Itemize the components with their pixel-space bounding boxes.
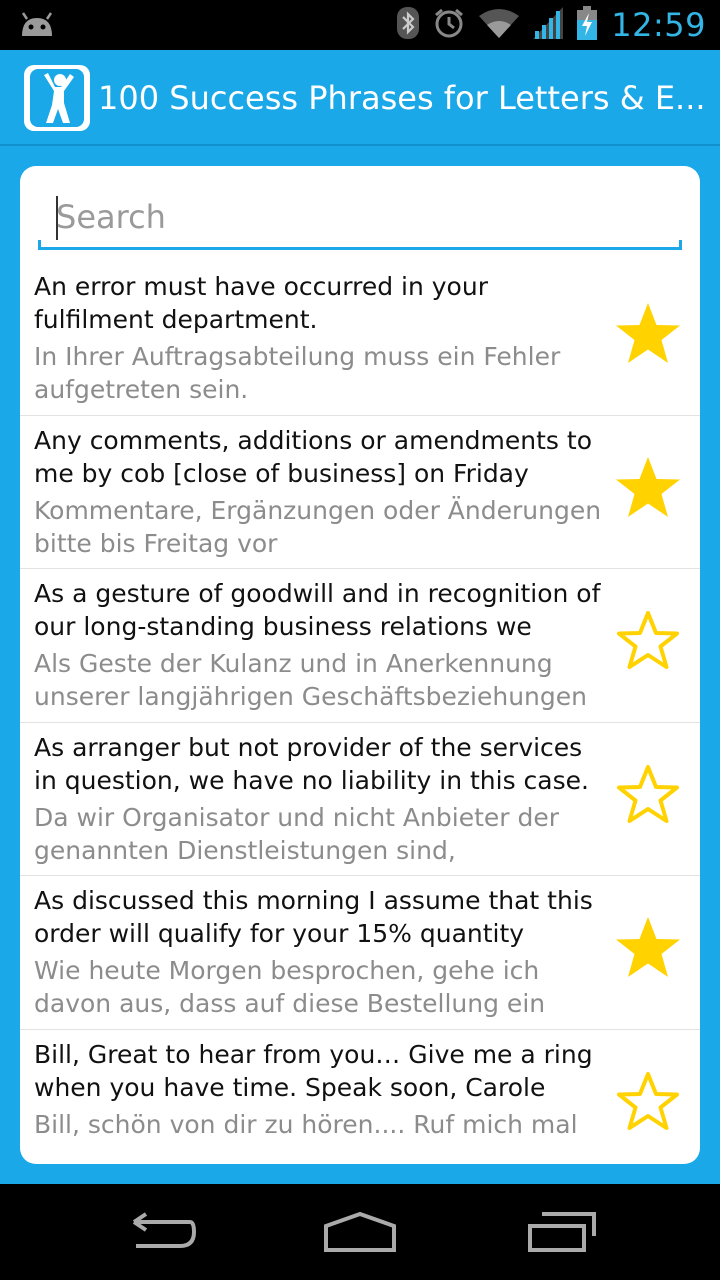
phrase-german: Kommentare, Ergänzungen oder Änderungen … [34, 495, 602, 558]
star-filled-icon[interactable] [612, 452, 684, 524]
list-item[interactable]: An error must have occurred in your fulf… [20, 262, 700, 416]
phrase-english: An error must have occurred in your fulf… [34, 272, 488, 334]
phrase-german: In Ihrer Auftragsabteilung muss ein Fehl… [34, 342, 561, 404]
signal-icon [533, 7, 564, 43]
star-filled-icon[interactable] [612, 298, 684, 370]
alarm-icon [433, 7, 465, 43]
bluetooth-icon [397, 7, 420, 43]
list-item[interactable]: Bill, Great to hear from you… Give me a … [20, 1030, 700, 1149]
person-cheering-icon[interactable] [24, 65, 90, 131]
phrase-english: Any comments, additions or amendments to… [34, 425, 592, 488]
phrase-english: As arranger but not provider of the serv… [34, 732, 589, 795]
recent-apps-icon[interactable] [517, 1202, 607, 1262]
star-outline-icon[interactable] [612, 759, 684, 831]
star-outline-icon[interactable] [612, 605, 684, 677]
phrase-german: Als Geste der Kulanz und in Anerkennung … [34, 649, 587, 711]
list-item[interactable]: As a gesture of goodwill and in recognit… [20, 569, 700, 723]
action-bar: 100 Success Phrases for Letters & E... [0, 50, 720, 146]
list-item[interactable]: Any comments, additions or amendments to… [20, 416, 700, 569]
status-bar: 12:59 [0, 0, 720, 50]
phrase-english: Bill, Great to hear from you… Give me a … [34, 1039, 593, 1102]
phrase-german: Wie heute Morgen besprochen, gehe ich da… [34, 956, 546, 1018]
home-icon[interactable] [315, 1202, 405, 1262]
search-box [38, 184, 682, 254]
search-underline [38, 240, 682, 250]
star-filled-icon[interactable] [612, 912, 684, 984]
android-icon [18, 10, 56, 42]
clock: 12:59 [611, 6, 706, 44]
phrase-german: Bill, schön von dir zu hören.... Ruf mic… [34, 1109, 578, 1139]
navigation-bar [0, 1184, 720, 1280]
phrase-card: An error must have occurred in your fulf… [20, 166, 700, 1164]
app-title: 100 Success Phrases for Letters & E... [98, 79, 706, 117]
search-input[interactable] [38, 184, 682, 250]
phrase-german: Da wir Organisator und nicht Anbieter de… [34, 802, 560, 865]
wifi-icon [479, 8, 520, 42]
text-cursor [56, 196, 58, 240]
list-item[interactable]: As arranger but not provider of the serv… [20, 723, 700, 876]
phrase-english: As a gesture of goodwill and in recognit… [34, 579, 601, 641]
phrase-list[interactable]: An error must have occurred in your fulf… [20, 262, 700, 1148]
back-icon[interactable] [115, 1202, 205, 1262]
phrase-english: As discussed this morning I assume that … [34, 886, 593, 948]
battery-icon [577, 6, 598, 44]
star-outline-icon[interactable] [612, 1066, 684, 1138]
list-item[interactable]: As discussed this morning I assume that … [20, 876, 700, 1030]
